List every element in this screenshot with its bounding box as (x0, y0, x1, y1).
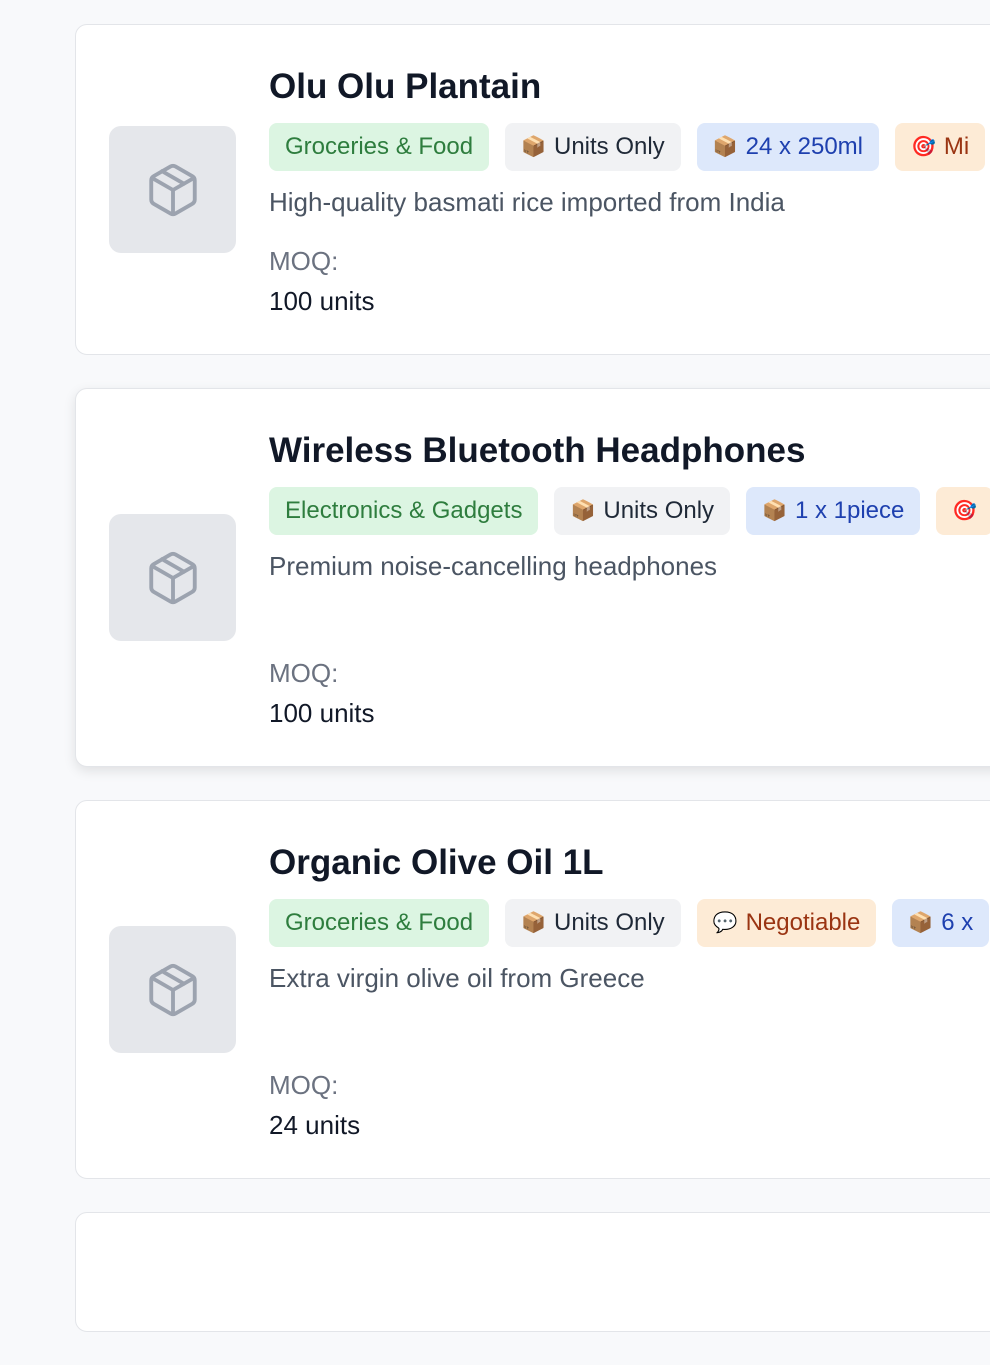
product-list: Olu Olu Plantain Groceries & Food 📦 Unit… (75, 24, 990, 1365)
moq-block: MOQ: 100 units (269, 656, 375, 730)
package-icon: 📦 (908, 912, 934, 934)
moq-badge: 🎯 (936, 487, 990, 535)
pack-size-badge: 📦 6 x (892, 899, 990, 947)
package-icon: 📦 (521, 912, 546, 934)
category-badge: Electronics & Gadgets (269, 487, 539, 535)
product-description: Premium noise-cancelling headphones (269, 551, 718, 581)
product-description: Extra virgin olive oil from Greece (269, 963, 645, 993)
product-title[interactable]: Wireless Bluetooth Headphones (269, 429, 990, 473)
product-card[interactable]: Olu Olu Plantain Groceries & Food 📦 Unit… (75, 24, 990, 355)
pack-size-label: 6 x (941, 909, 974, 936)
moq-block: MOQ: 100 units (269, 244, 375, 318)
negotiable-badge: 💬 Negotiable (696, 899, 877, 947)
package-icon: 📦 (712, 136, 738, 158)
unit-type-label: Units Only (553, 133, 665, 160)
moq-label: MOQ: (269, 1070, 339, 1100)
product-card[interactable] (75, 1212, 990, 1332)
product-description: High-quality basmati rice imported from … (269, 187, 785, 217)
moq-label: MOQ: (269, 246, 339, 276)
target-icon: 🎯 (952, 500, 978, 522)
package-icon (148, 551, 197, 604)
speech-bubble-icon: 💬 (712, 912, 738, 934)
moq-badge-label: Mi (943, 133, 970, 160)
moq-value: 100 units (269, 286, 375, 316)
negotiable-label: Negotiable (745, 909, 861, 936)
product-title[interactable]: Olu Olu Plantain (269, 65, 990, 109)
unit-type-label: Units Only (553, 909, 665, 936)
product-info: Wireless Bluetooth Headphones Electronic… (269, 429, 990, 583)
product-tags: Groceries & Food 📦 Units Only 📦 24 x 250… (269, 123, 990, 171)
product-card[interactable]: Wireless Bluetooth Headphones Electronic… (75, 388, 990, 767)
package-icon: 📦 (570, 500, 596, 522)
product-thumbnail (109, 926, 236, 1053)
unit-type-badge: 📦 Units Only (505, 899, 681, 947)
product-info: Olu Olu Plantain Groceries & Food 📦 Unit… (269, 65, 990, 219)
product-card[interactable]: Organic Olive Oil 1L Groceries & Food 📦 … (75, 800, 990, 1179)
category-badge: Groceries & Food (269, 899, 490, 947)
pack-size-label: 1 x 1piece (794, 497, 905, 524)
package-icon (148, 163, 197, 216)
pack-size-label: 24 x 250ml (745, 133, 863, 160)
target-icon: 🎯 (911, 136, 936, 158)
product-thumbnail (109, 514, 236, 641)
moq-badge: 🎯 Mi (895, 123, 986, 171)
moq-label: MOQ: (269, 658, 339, 688)
pack-size-badge: 📦 1 x 1piece (746, 487, 921, 535)
package-icon: 📦 (762, 500, 787, 522)
moq-value: 24 units (269, 1110, 361, 1140)
category-badge: Groceries & Food (269, 123, 490, 171)
package-icon: 📦 (521, 136, 546, 158)
unit-type-badge: 📦 Units Only (554, 487, 731, 535)
product-thumbnail (109, 126, 236, 253)
unit-type-label: Units Only (603, 497, 715, 524)
package-icon (148, 963, 197, 1016)
moq-block: MOQ: 24 units (269, 1068, 360, 1142)
product-tags: Electronics & Gadgets 📦 Units Only 📦 1 x… (269, 487, 990, 535)
unit-type-badge: 📦 Units Only (505, 123, 681, 171)
moq-value: 100 units (269, 698, 375, 728)
product-info: Organic Olive Oil 1L Groceries & Food 📦 … (269, 841, 990, 995)
product-tags: Groceries & Food 📦 Units Only 💬 Negotiab… (269, 899, 990, 947)
product-title[interactable]: Organic Olive Oil 1L (269, 841, 990, 885)
pack-size-badge: 📦 24 x 250ml (696, 123, 879, 171)
